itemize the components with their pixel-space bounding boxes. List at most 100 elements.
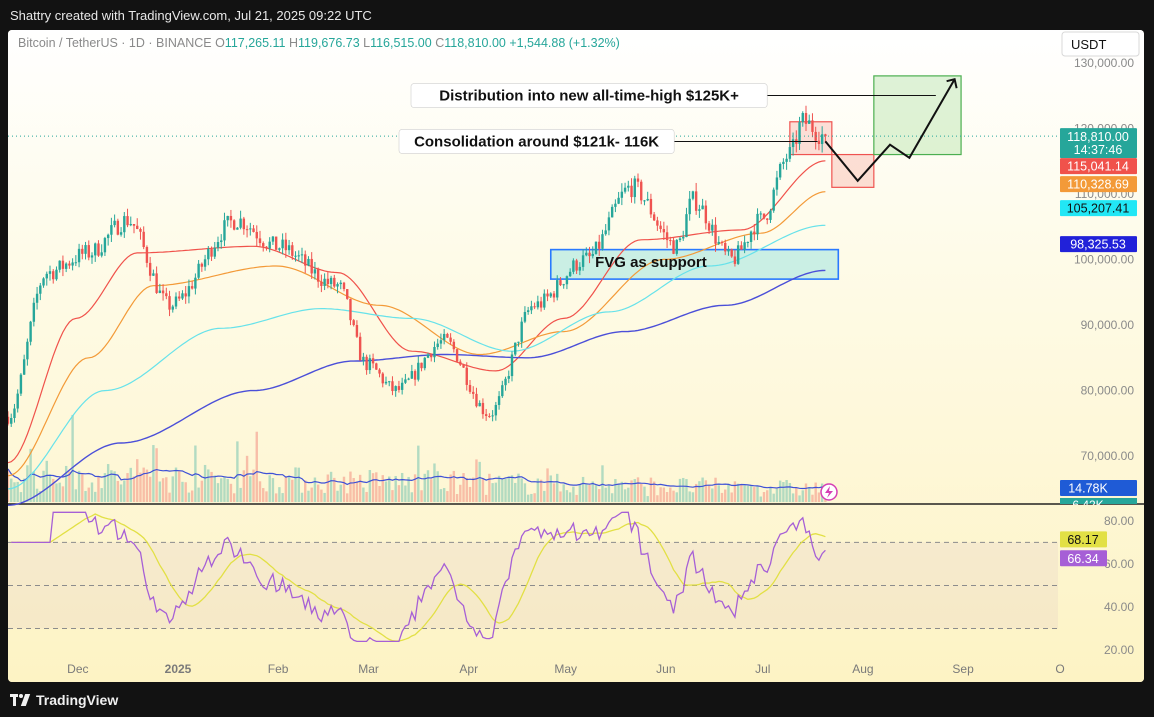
price-axis-tick-label: 100,000.00 xyxy=(1074,252,1134,266)
candle-body xyxy=(565,276,569,285)
ohlc-label: C xyxy=(435,36,444,50)
currency-button[interactable]: USDT xyxy=(1061,31,1140,57)
candle-body xyxy=(155,273,158,293)
candle[interactable] xyxy=(29,320,32,346)
candle-body xyxy=(281,239,284,249)
candle-body xyxy=(119,232,123,235)
time-axis-tick-label: Feb xyxy=(268,662,289,676)
volume-bar xyxy=(249,476,252,502)
candle-body xyxy=(171,306,174,310)
candle-body xyxy=(775,177,779,190)
candle[interactable] xyxy=(116,218,120,236)
candle-body xyxy=(307,258,310,266)
candle-body xyxy=(226,215,229,221)
candle-body xyxy=(785,158,788,162)
candle-body xyxy=(517,341,520,343)
footer-brand: TradingView xyxy=(10,690,118,710)
ema-value-label-0: 115,041.14 xyxy=(1060,158,1137,175)
candle-body xyxy=(265,246,268,249)
volume-bar xyxy=(649,477,653,502)
ohlc-label: L xyxy=(363,36,370,50)
volume-bar xyxy=(229,483,233,502)
volume-bar xyxy=(746,485,750,502)
candle[interactable] xyxy=(455,348,459,363)
annotation-distribution-text: Distribution into new all-time-high $125… xyxy=(439,88,739,105)
candle[interactable] xyxy=(672,237,675,255)
candle-body xyxy=(601,234,604,249)
volume-bar xyxy=(494,482,498,502)
volume-bar xyxy=(404,485,407,502)
volume-bar xyxy=(310,487,313,502)
candle[interactable] xyxy=(274,236,278,250)
candle-body xyxy=(139,229,142,232)
volume-bar xyxy=(488,473,491,502)
candle[interactable] xyxy=(514,342,517,357)
candle-body xyxy=(287,245,291,251)
volume-bar xyxy=(598,489,601,502)
candle[interactable] xyxy=(778,162,782,180)
lightning-icon[interactable] xyxy=(820,483,838,501)
candle[interactable] xyxy=(232,219,236,231)
volume-bar xyxy=(400,472,404,502)
candle-body xyxy=(136,225,139,230)
volume-bar xyxy=(300,492,304,502)
annotation-fvg-text: FVG as support xyxy=(595,254,707,271)
volume-bar xyxy=(433,463,436,502)
candle-body xyxy=(420,362,423,369)
candle-body xyxy=(116,220,120,235)
candle-body xyxy=(64,263,68,269)
volume-bar xyxy=(730,492,733,502)
candle-body xyxy=(707,223,711,231)
last-price-label: 118,810.0014:37:46 xyxy=(1060,128,1137,159)
candle[interactable] xyxy=(730,248,733,258)
volume-bar xyxy=(814,482,817,502)
candle-body xyxy=(539,301,543,308)
volume-bar xyxy=(782,482,785,502)
candle-body xyxy=(165,293,168,297)
candle[interactable] xyxy=(772,187,775,213)
candle-body xyxy=(55,269,58,280)
close-value: 118,810.00 xyxy=(444,36,509,50)
candle-body xyxy=(756,213,759,235)
candle-body xyxy=(552,293,556,298)
symbol-info-line: Bitcoin / TetherUS · 1D · BINANCE O117,2… xyxy=(18,36,620,50)
candle-body xyxy=(48,271,52,274)
candle-body xyxy=(349,298,352,321)
volume-bar xyxy=(798,495,801,502)
candle-body xyxy=(94,243,97,256)
candle-body xyxy=(274,236,278,250)
volume-bar xyxy=(346,493,349,502)
candle-body xyxy=(610,206,614,218)
volume-bar xyxy=(155,448,158,502)
ema-value-text: 98,325.53 xyxy=(1070,238,1126,252)
candle-body xyxy=(459,361,462,365)
volume-bar xyxy=(636,477,640,502)
candle-body xyxy=(694,191,698,211)
candle[interactable] xyxy=(19,373,23,397)
volume-bar xyxy=(142,467,145,502)
volume-bar xyxy=(365,491,368,502)
volume-bar xyxy=(607,484,611,502)
candle-body xyxy=(129,223,132,226)
volume-bar xyxy=(129,467,132,502)
candle[interactable] xyxy=(375,362,378,370)
candle[interactable] xyxy=(346,289,349,300)
volume-bar xyxy=(329,471,333,502)
volume-bar xyxy=(678,478,682,502)
volume-bar xyxy=(262,488,265,502)
volume-bar xyxy=(439,489,443,502)
candle-body xyxy=(462,364,465,368)
volume-bar xyxy=(87,487,90,502)
candle-body xyxy=(242,218,246,230)
candle-body xyxy=(804,113,808,124)
volume-bar xyxy=(48,474,52,502)
candle[interactable] xyxy=(572,258,575,275)
volume-bar xyxy=(113,471,116,502)
candle-body xyxy=(210,248,213,257)
candle-body xyxy=(549,293,552,297)
ema-value-text: 115,041.14 xyxy=(1067,160,1129,174)
volume-bar xyxy=(362,487,365,502)
time-axis-tick-label: Jun xyxy=(656,662,675,676)
volume-bar xyxy=(675,492,678,502)
price-chart[interactable]: 130,000.00120,000.00110,000.00100,000.00… xyxy=(8,30,1144,682)
